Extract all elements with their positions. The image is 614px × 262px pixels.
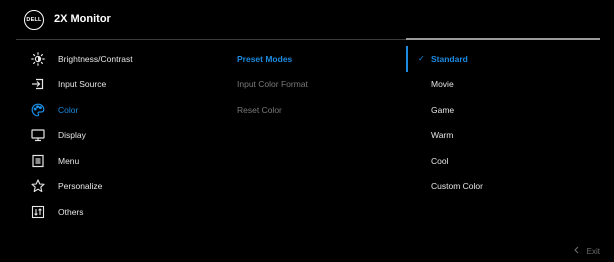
option-label: Warm <box>431 130 454 141</box>
option-label: Game <box>431 104 455 115</box>
menu-label: Display <box>58 130 86 141</box>
options-header-highlight <box>406 38 600 40</box>
submenu-item-preset-modes[interactable]: Preset Modes <box>237 46 397 72</box>
submenu-item-reset-color[interactable]: Reset Color <box>237 97 397 123</box>
menu-icon <box>30 153 46 169</box>
menu-item-color[interactable]: Color <box>16 97 221 123</box>
menu-item-others[interactable]: Others <box>16 199 221 225</box>
option-movie[interactable]: Movie <box>418 72 598 98</box>
menu-label: Input Source <box>58 79 107 90</box>
option-warm[interactable]: Warm <box>418 123 598 149</box>
exit-label: Exit <box>586 246 600 256</box>
main-menu: Brightness/Contrast Input Source Color D… <box>16 46 221 225</box>
menu-item-personalize[interactable]: Personalize <box>16 174 221 200</box>
option-label: Movie <box>431 79 454 90</box>
menu-item-brightness-contrast[interactable]: Brightness/Contrast <box>16 46 221 72</box>
option-standard[interactable]: ✓ Standard <box>418 46 598 72</box>
chevron-left-icon <box>573 246 579 256</box>
menu-label: Color <box>58 104 79 115</box>
submenu-item-input-color-format[interactable]: Input Color Format <box>237 72 397 98</box>
osd-header: DELL 2X Monitor <box>0 0 614 40</box>
input-source-icon <box>30 76 46 92</box>
monitor-title: 2X Monitor <box>54 13 111 25</box>
preset-mode-options: ✓ Standard Movie Game Warm Cool Custom C… <box>418 46 598 199</box>
option-label: Cool <box>431 155 449 166</box>
others-icon <box>30 204 46 220</box>
color-submenu: Preset Modes Input Color Format Reset Co… <box>237 46 397 123</box>
option-label: Custom Color <box>431 181 483 192</box>
brightness-icon <box>30 51 46 67</box>
selection-indicator <box>406 46 408 72</box>
option-game[interactable]: Game <box>418 97 598 123</box>
exit-button[interactable]: Exit <box>573 246 600 256</box>
checkmark-icon: ✓ <box>418 54 425 64</box>
menu-label: Personalize <box>58 181 103 192</box>
menu-label: Brightness/Contrast <box>58 53 133 64</box>
option-cool[interactable]: Cool <box>418 148 598 174</box>
menu-item-input-source[interactable]: Input Source <box>16 72 221 98</box>
menu-item-display[interactable]: Display <box>16 123 221 149</box>
menu-item-menu[interactable]: Menu <box>16 148 221 174</box>
monitor-osd: DELL 2X Monitor Brightness/Contrast Inpu… <box>0 0 614 262</box>
dell-logo: DELL <box>24 10 44 30</box>
display-icon <box>30 127 46 143</box>
option-custom-color[interactable]: Custom Color <box>418 174 598 200</box>
star-icon <box>30 178 46 194</box>
option-label: Standard <box>431 53 468 64</box>
color-palette-icon <box>30 102 46 118</box>
menu-label: Others <box>58 206 84 217</box>
menu-label: Menu <box>58 155 80 166</box>
